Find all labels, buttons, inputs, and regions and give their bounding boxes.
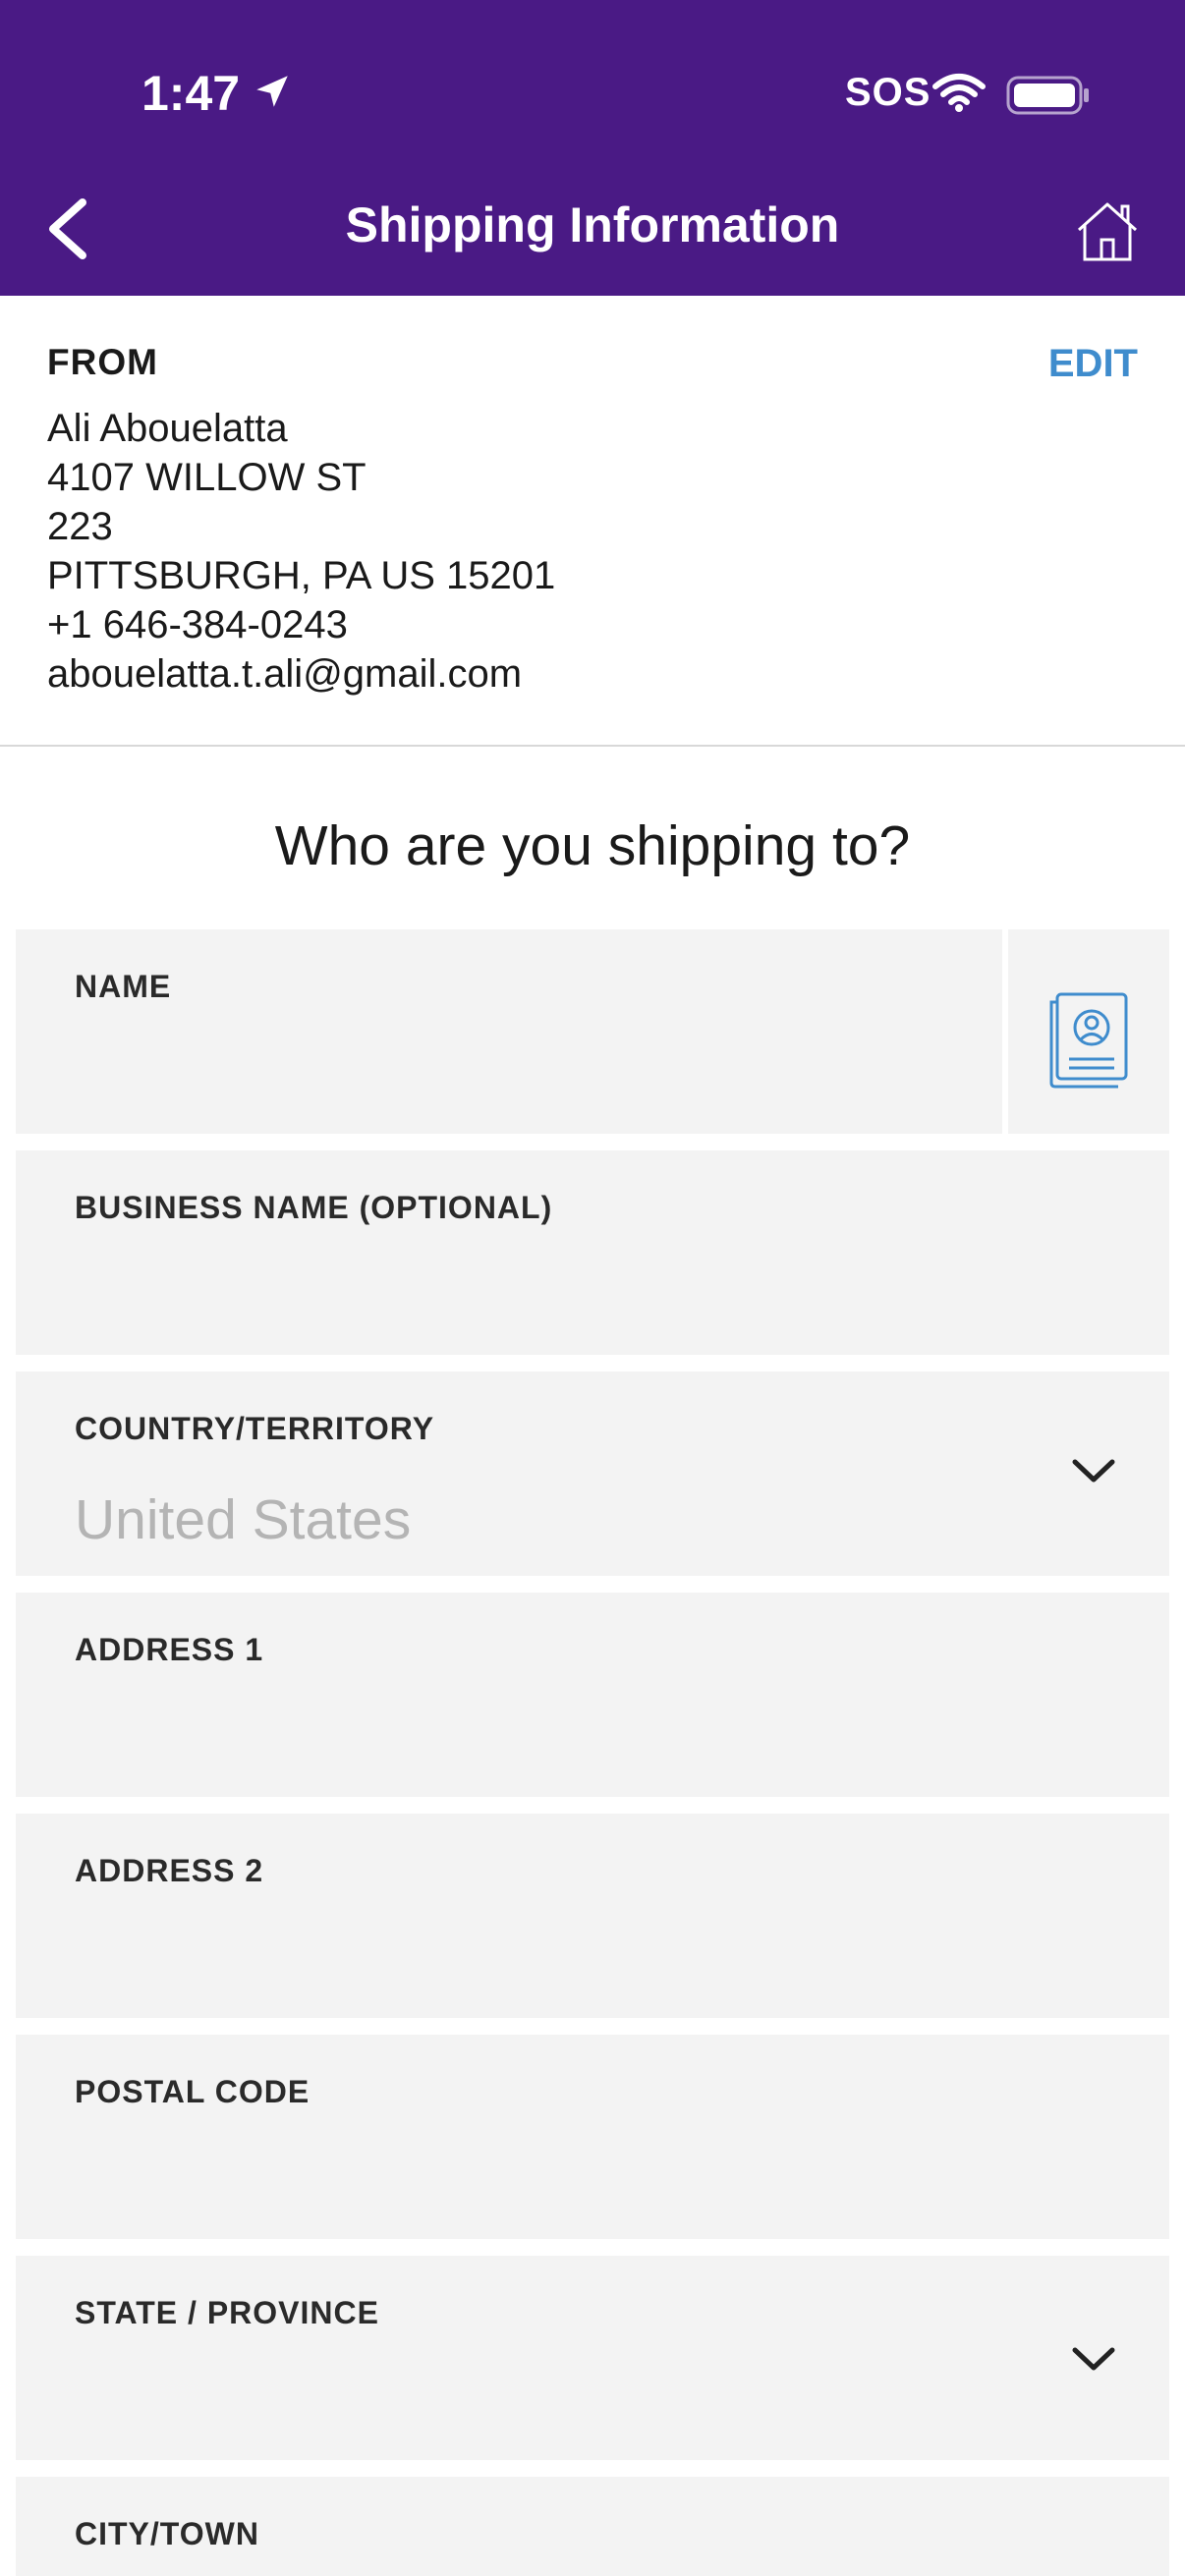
from-email: abouelatta.t.ali@gmail.com xyxy=(47,652,523,696)
address1-field[interactable]: ADDRESS 1 xyxy=(16,1593,1169,1797)
address-book-icon xyxy=(1049,992,1128,1089)
address1-label: ADDRESS 1 xyxy=(75,1632,264,1667)
from-address1: 4107 WILLOW ST xyxy=(47,456,367,499)
from-phone: +1 646-384-0243 xyxy=(47,603,348,646)
postal-code-label: POSTAL CODE xyxy=(75,2074,310,2109)
state-select[interactable]: STATE / PROVINCE xyxy=(16,2256,1169,2460)
city-field[interactable]: CITY/TOWN xyxy=(16,2477,1169,2576)
from-address: Ali Abouelatta 4107 WILLOW ST 223 PITTSB… xyxy=(47,404,555,699)
status-sos: SOS xyxy=(845,71,931,114)
state-label: STATE / PROVINCE xyxy=(75,2295,379,2330)
location-arrow-icon xyxy=(252,71,293,117)
from-city-line: PITTSBURGH, PA US 15201 xyxy=(47,554,556,597)
address-book-button[interactable] xyxy=(1008,929,1169,1134)
address2-field[interactable]: ADDRESS 2 xyxy=(16,1814,1169,2018)
from-name: Ali Abouelatta xyxy=(47,407,288,450)
page-title: Shipping Information xyxy=(345,197,840,252)
name-field[interactable]: NAME xyxy=(16,929,1002,1134)
country-label: COUNTRY/TERRITORY xyxy=(75,1411,435,1446)
country-select[interactable]: COUNTRY/TERRITORY United States xyxy=(16,1372,1169,1576)
from-label: FROM xyxy=(47,342,158,382)
home-icon xyxy=(1077,202,1138,261)
from-address2: 223 xyxy=(47,505,113,548)
battery-icon xyxy=(1006,75,1091,121)
from-section: FROM EDIT Ali Abouelatta 4107 WILLOW ST … xyxy=(0,296,1185,747)
chevron-down-icon xyxy=(1072,1459,1115,1483)
status-time: 1:47 xyxy=(141,66,241,121)
name-label: NAME xyxy=(75,969,172,1004)
chevron-down-icon xyxy=(1072,2347,1115,2371)
shipping-to-heading: Who are you shipping to? xyxy=(274,814,911,877)
country-value: United States xyxy=(75,1488,412,1551)
edit-button[interactable]: EDIT xyxy=(1048,342,1138,386)
city-label: CITY/TOWN xyxy=(75,2516,259,2551)
home-button[interactable] xyxy=(1073,196,1142,265)
business-name-label: BUSINESS NAME (OPTIONAL) xyxy=(75,1190,553,1225)
wifi-icon xyxy=(931,71,987,119)
postal-code-field[interactable]: POSTAL CODE xyxy=(16,2035,1169,2239)
address2-label: ADDRESS 2 xyxy=(75,1853,264,1888)
app-header: 1:47 SOS Shipping Information xyxy=(0,0,1185,296)
business-name-field[interactable]: BUSINESS NAME (OPTIONAL) xyxy=(16,1150,1169,1355)
